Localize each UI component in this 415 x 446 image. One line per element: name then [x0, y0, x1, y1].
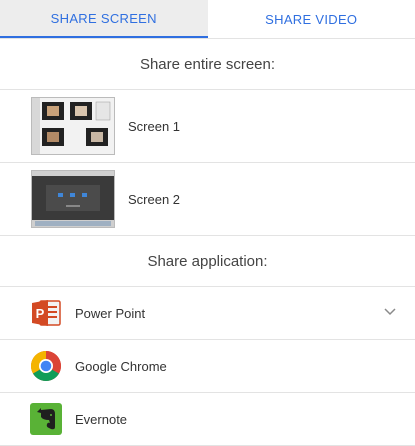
- svg-text:P: P: [36, 306, 45, 321]
- app-evernote[interactable]: Evernote: [0, 393, 415, 446]
- app-powerpoint-label: Power Point: [75, 306, 145, 321]
- app-powerpoint[interactable]: P Power Point: [0, 287, 415, 340]
- powerpoint-icon: P: [30, 297, 62, 329]
- screen-1-label: Screen 1: [128, 119, 180, 134]
- app-google-chrome-label: Google Chrome: [75, 359, 167, 374]
- screen-2-option[interactable]: Screen 2: [0, 163, 415, 236]
- chrome-icon: [30, 350, 62, 382]
- share-application-heading: Share application:: [0, 236, 415, 287]
- screen-2-label: Screen 2: [128, 192, 180, 207]
- share-screen-heading: Share entire screen:: [0, 39, 415, 90]
- screen-2-thumbnail: [31, 170, 115, 228]
- evernote-icon: [30, 403, 62, 435]
- chevron-down-icon[interactable]: [383, 305, 397, 319]
- screen-1-thumbnail: [31, 97, 115, 155]
- app-evernote-label: Evernote: [75, 412, 127, 427]
- tab-share-screen[interactable]: SHARE SCREEN: [0, 0, 208, 38]
- tab-share-video[interactable]: SHARE VIDEO: [208, 0, 415, 38]
- app-google-chrome[interactable]: Google Chrome: [0, 340, 415, 393]
- screen-1-option[interactable]: Screen 1: [0, 90, 415, 163]
- tab-bar: SHARE SCREEN SHARE VIDEO: [0, 0, 415, 39]
